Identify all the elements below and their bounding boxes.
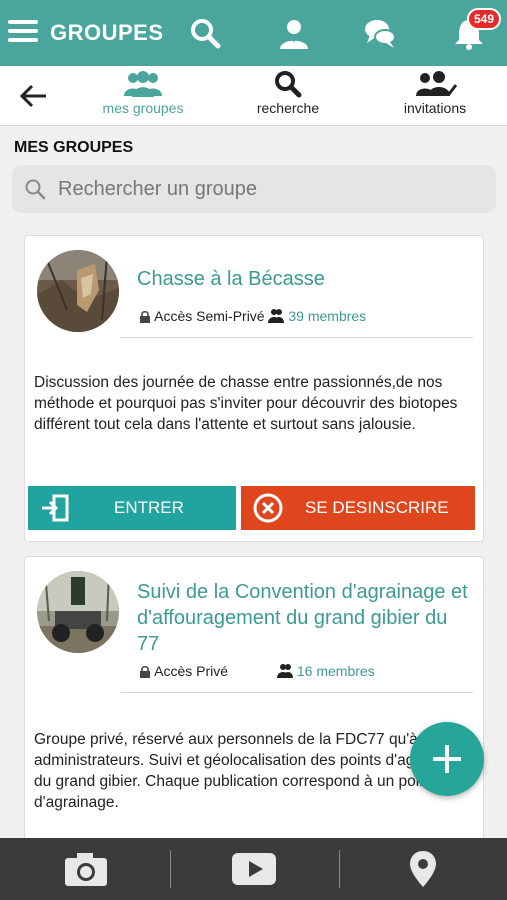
group-card: Chasse à la Bécasse Accès Semi-Privé 39 … — [24, 235, 484, 542]
notification-badge: 549 — [467, 8, 501, 30]
groups-icon — [124, 71, 162, 97]
location-icon[interactable] — [409, 850, 437, 888]
add-group-button[interactable] — [410, 722, 484, 796]
group-name[interactable]: Chasse à la Bécasse — [137, 266, 472, 292]
tab-recherche[interactable]: recherche — [248, 70, 328, 124]
access-level: Accès Semi-Privé — [154, 308, 265, 324]
members-icon — [277, 664, 293, 678]
divider — [339, 850, 340, 888]
group-search-input[interactable] — [58, 173, 478, 205]
group-description: Discussion des journée de chasse entre p… — [34, 374, 458, 433]
chat-icon[interactable] — [362, 16, 398, 52]
enter-icon — [42, 494, 69, 522]
group-meta: Accès Privé — [139, 663, 228, 679]
search-icon[interactable] — [188, 16, 224, 52]
menu-icon[interactable] — [8, 20, 38, 46]
lock-icon — [140, 665, 150, 678]
invitations-icon — [416, 71, 457, 97]
section-title: MES GROUPES — [14, 139, 134, 156]
divider — [121, 337, 473, 338]
group-card: Suivi de la Convention d'agrainage et d'… — [24, 556, 484, 856]
group-meta: Accès Semi-Privé 39 membres — [139, 308, 366, 324]
tab-label: mes groupes — [102, 100, 184, 116]
close-circle-icon — [253, 493, 283, 523]
divider — [121, 692, 473, 693]
member-count[interactable]: 16 membres — [297, 663, 375, 679]
group-avatar[interactable] — [37, 250, 119, 332]
tab-label: invitations — [403, 100, 467, 116]
search-icon — [275, 71, 302, 98]
members-icon — [268, 309, 285, 323]
tab-mes-groupes[interactable]: mes groupes — [95, 70, 191, 124]
unsubscribe-label: SE DESINSCRIRE — [305, 498, 449, 517]
divider — [170, 850, 171, 888]
enter-button[interactable]: ENTRER — [28, 486, 236, 530]
group-name[interactable]: Suivi de la Convention d'agrainage et d'… — [137, 579, 472, 657]
app-title: GROUPES — [50, 20, 164, 45]
access-level: Accès Privé — [154, 663, 229, 679]
unsubscribe-button[interactable]: SE DESINSCRIRE — [241, 486, 475, 530]
tab-bar: mes groupes recherche invitations — [0, 66, 507, 126]
group-search-bar[interactable] — [12, 165, 496, 213]
lock-icon — [140, 310, 150, 323]
member-count[interactable]: 39 membres — [288, 308, 366, 324]
bottom-bar — [0, 838, 507, 900]
group-avatar[interactable] — [37, 571, 119, 653]
video-icon[interactable] — [231, 850, 277, 888]
back-arrow-icon[interactable] — [18, 80, 50, 112]
top-app-bar: GROUPES 549 — [0, 0, 507, 66]
tab-invitations[interactable]: invitations — [392, 70, 478, 124]
group-members: 16 membres — [277, 663, 375, 679]
enter-label: ENTRER — [114, 498, 184, 517]
search-icon — [25, 179, 46, 200]
camera-icon[interactable] — [64, 850, 108, 888]
tab-label: recherche — [256, 100, 320, 116]
contacts-icon[interactable] — [276, 16, 312, 52]
